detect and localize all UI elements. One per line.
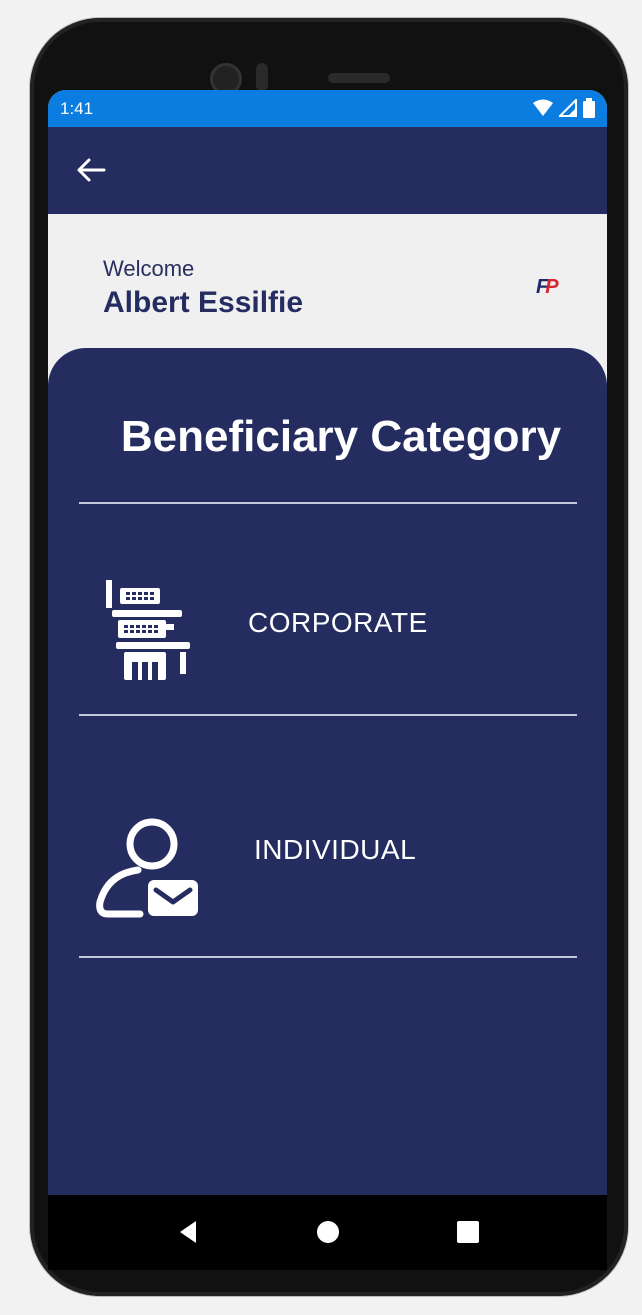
battery-icon bbox=[583, 98, 595, 118]
system-nav-bar bbox=[48, 1195, 607, 1270]
back-button[interactable] bbox=[74, 153, 108, 187]
user-name: Albert Essilfie bbox=[103, 286, 304, 319]
screen: 1:41 Welcome Albert Essilfie FP Benefici… bbox=[48, 90, 607, 1270]
nav-back-button[interactable] bbox=[148, 1195, 228, 1270]
signal-icon bbox=[559, 99, 577, 117]
status-icons bbox=[533, 98, 595, 118]
proximity-sensor bbox=[256, 63, 268, 91]
brand-logo: FP bbox=[536, 276, 559, 298]
app-bar bbox=[48, 127, 607, 214]
status-bar: 1:41 bbox=[48, 90, 607, 127]
beneficiary-category-panel: Beneficiary Category CORPORATE INDIVIDUA… bbox=[48, 348, 607, 1270]
wifi-icon bbox=[533, 99, 553, 116]
user-mail-icon bbox=[96, 818, 198, 918]
circle-home-icon bbox=[317, 1221, 339, 1243]
corporate-option[interactable]: CORPORATE bbox=[48, 504, 607, 716]
status-time: 1:41 bbox=[60, 99, 94, 118]
welcome-section: Welcome Albert Essilfie FP bbox=[48, 214, 607, 350]
triangle-back-icon bbox=[180, 1221, 196, 1243]
building-icon bbox=[106, 580, 190, 680]
panel-title: Beneficiary Category bbox=[120, 412, 562, 461]
individual-option[interactable]: INDIVIDUAL bbox=[48, 716, 607, 928]
corporate-label: CORPORATE bbox=[248, 607, 428, 638]
arrow-left-icon bbox=[77, 158, 106, 182]
nav-home-button[interactable] bbox=[288, 1195, 368, 1270]
divider bbox=[79, 956, 577, 958]
welcome-label: Welcome bbox=[103, 256, 195, 281]
square-recents-icon bbox=[457, 1221, 479, 1243]
nav-recents-button[interactable] bbox=[428, 1195, 508, 1270]
earpiece-speaker bbox=[328, 73, 390, 83]
individual-label: INDIVIDUAL bbox=[254, 834, 417, 865]
